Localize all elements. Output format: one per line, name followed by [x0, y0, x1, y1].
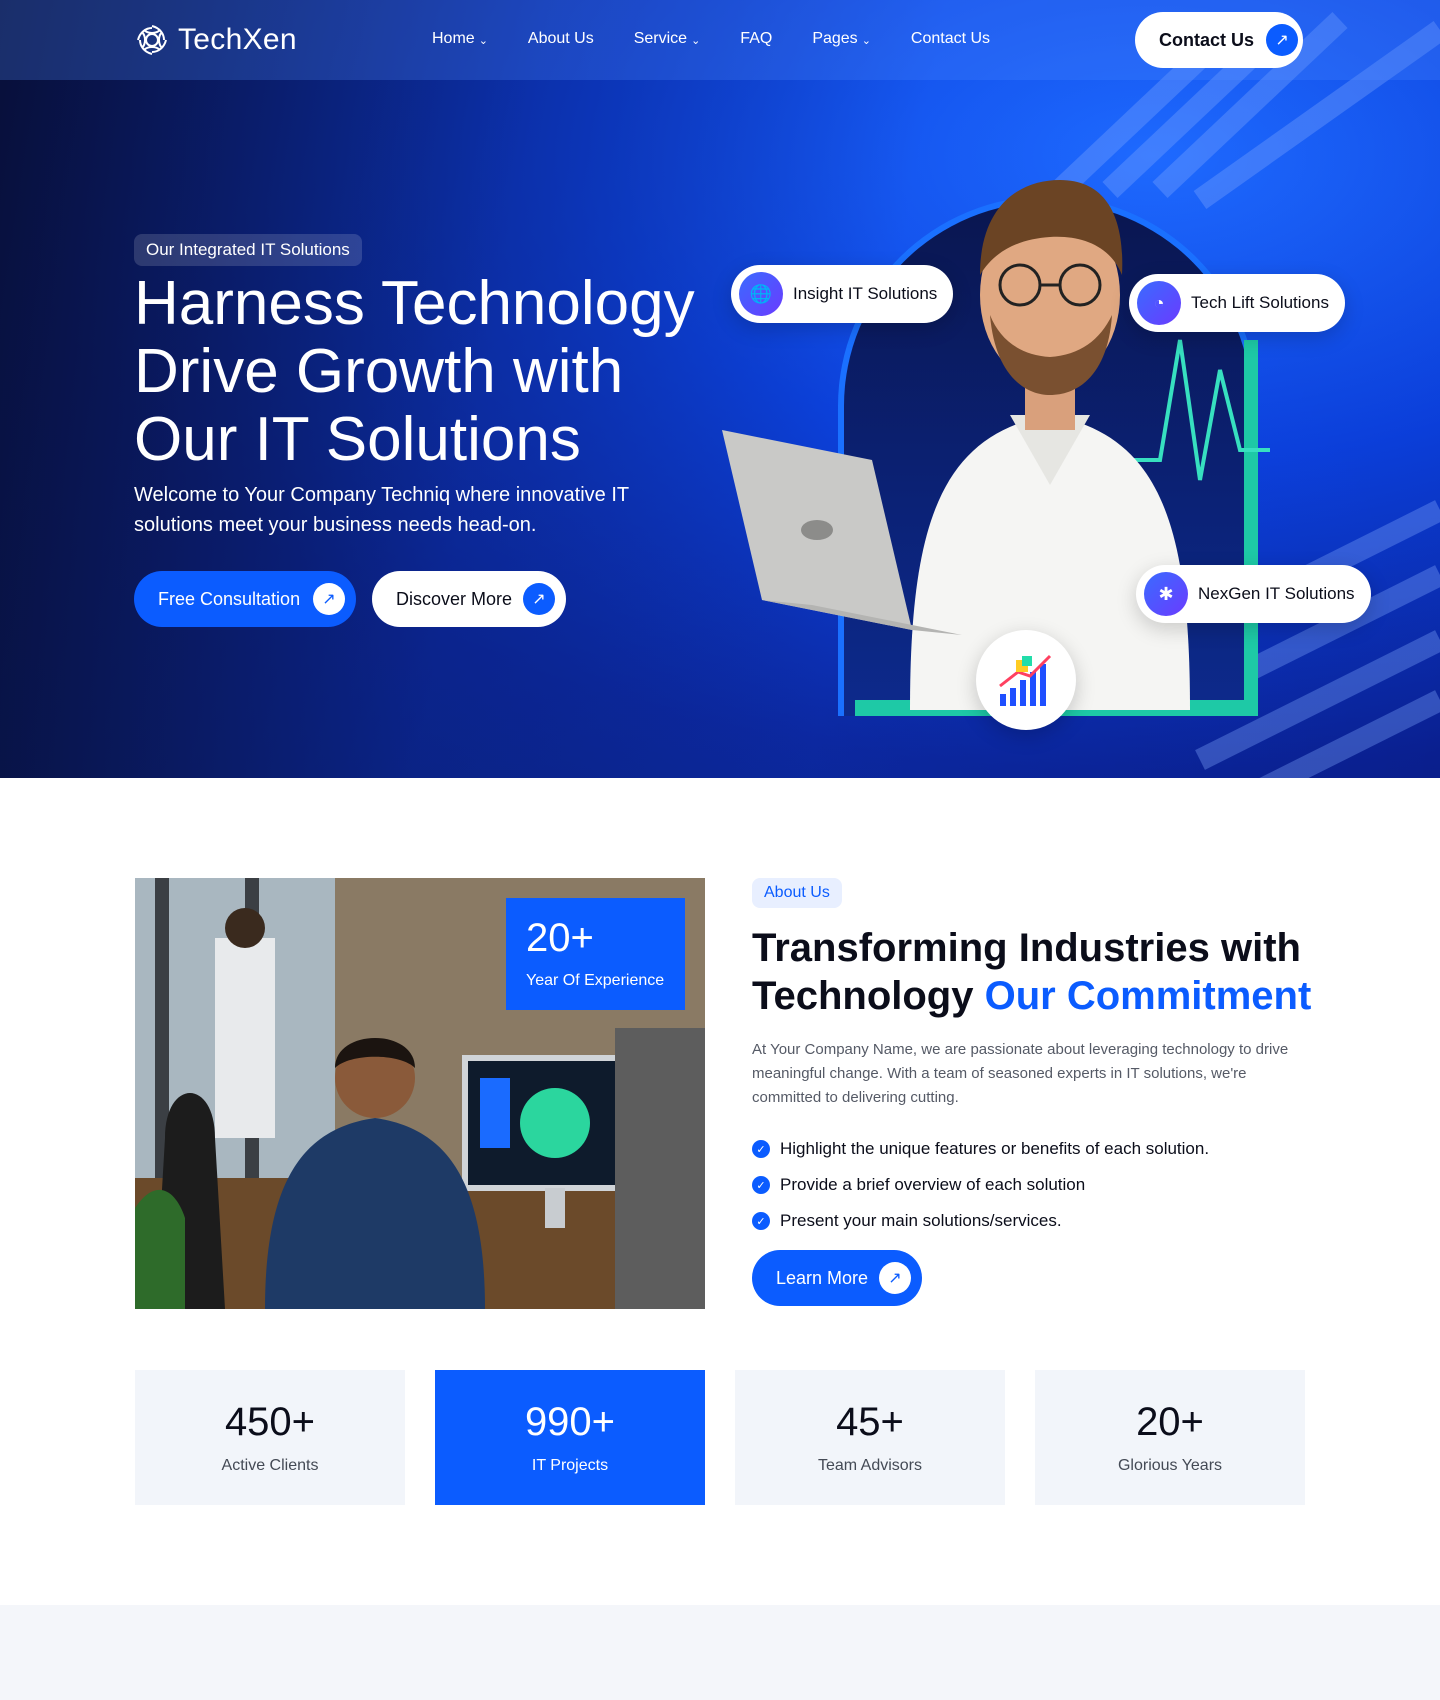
- stat-card-active-clients: 450+ Active Clients: [135, 1370, 405, 1505]
- contact-us-label: Contact Us: [1159, 29, 1255, 50]
- chevron-down-icon: ⌄: [861, 34, 871, 47]
- stat-label: Glorious Years: [1117, 1457, 1223, 1474]
- nav-label: Contact Us: [910, 30, 991, 47]
- experience-label: Year Of Experience: [526, 972, 665, 989]
- next-section-band: [0, 1605, 1440, 1700]
- nav-label: FAQ: [740, 30, 773, 47]
- pill-label: Insight IT Solutions: [793, 284, 938, 303]
- brand-name: TechXen: [178, 23, 297, 56]
- nexgen-it-solutions-pill: ✱ NexGen IT Solutions: [1136, 565, 1371, 623]
- learn-more-button[interactable]: Learn More ↗: [752, 1250, 922, 1306]
- experience-number: 20+: [526, 916, 594, 960]
- growth-chart-badge: [976, 630, 1076, 730]
- list-item: ✓ Highlight the unique features or benef…: [752, 1131, 1209, 1167]
- list-item: ✓ Provide a brief overview of each solut…: [752, 1167, 1209, 1203]
- hero-section: TechXen Home ⌄ About Us Service ⌄ FAQ Pa…: [0, 0, 1440, 778]
- nav-item-pages[interactable]: Pages ⌄: [812, 30, 871, 48]
- about-title-accent: Our Commitment: [984, 974, 1312, 1018]
- gauge-icon: ◔: [1137, 281, 1181, 325]
- list-item: ✓ Present your main solutions/services.: [752, 1203, 1209, 1239]
- main-nav: Home ⌄ About Us Service ⌄ FAQ Pages ⌄ Co…: [432, 30, 990, 48]
- check-circle-icon: ✓: [752, 1176, 770, 1194]
- stat-label: IT Projects: [531, 1457, 609, 1474]
- stat-card-team-advisors: 45+ Team Advisors: [735, 1370, 1005, 1505]
- pill-label: NexGen IT Solutions: [1198, 584, 1355, 603]
- list-item-text: Highlight the unique features or benefit…: [780, 1139, 1210, 1158]
- hero-badge: Our Integrated IT Solutions: [134, 234, 362, 266]
- chevron-down-icon: ⌄: [478, 34, 488, 47]
- arrow-up-right-icon: ↗: [313, 583, 345, 615]
- team-network-icon: ✱: [1144, 572, 1188, 616]
- bar-chart-growth-icon: [999, 654, 1052, 706]
- nav-item-faq[interactable]: FAQ: [740, 30, 772, 48]
- nav-label: Service: [633, 30, 688, 47]
- swirl-logo-icon: [137, 25, 167, 55]
- logo[interactable]: TechXen: [134, 22, 297, 58]
- nav-item-home[interactable]: Home ⌄: [432, 30, 488, 48]
- nav-item-about[interactable]: About Us: [528, 30, 594, 48]
- arrow-up-right-icon: ↗: [879, 1262, 911, 1294]
- stat-label: Team Advisors: [817, 1457, 923, 1474]
- arrow-up-right-icon: ↗: [1266, 24, 1299, 56]
- navbar: TechXen Home ⌄ About Us Service ⌄ FAQ Pa…: [0, 0, 1440, 80]
- nav-item-contact[interactable]: Contact Us: [911, 30, 990, 48]
- stat-number: 450+: [224, 1400, 316, 1444]
- laptop-illustration: [722, 430, 962, 635]
- nav-item-service[interactable]: Service ⌄: [634, 30, 701, 48]
- list-item-text: Provide a brief overview of each solutio…: [780, 1175, 1086, 1194]
- chevron-down-icon: ⌄: [691, 34, 701, 47]
- button-label: Free Consultation: [158, 588, 301, 609]
- stat-label: Active Clients: [221, 1457, 319, 1474]
- hero-subtitle: Welcome to Your Company Techniq where in…: [134, 484, 629, 536]
- tech-lift-solutions-pill: ◔ Tech Lift Solutions: [1129, 274, 1345, 332]
- contact-us-button[interactable]: Contact Us ↗: [1135, 12, 1303, 68]
- nav-label: Home: [432, 30, 475, 47]
- discover-more-button[interactable]: Discover More ↗: [372, 571, 566, 627]
- nav-label: About Us: [527, 30, 594, 47]
- button-label: Learn More: [776, 1267, 869, 1288]
- pill-label: Tech Lift Solutions: [1191, 293, 1329, 312]
- button-label: Discover More: [396, 588, 513, 609]
- stat-number: 45+: [836, 1400, 904, 1444]
- nav-label: Pages: [812, 30, 858, 47]
- about-title: Transforming Industries with Technology …: [752, 924, 1332, 1020]
- globe-icon: 🌐: [739, 272, 783, 316]
- free-consultation-button[interactable]: Free Consultation ↗: [134, 571, 356, 627]
- stat-card-it-projects: 990+ IT Projects: [435, 1370, 705, 1505]
- stat-number: 20+: [1136, 1400, 1204, 1444]
- stat-number: 990+: [524, 1400, 616, 1444]
- stat-card-glorious-years: 20+ Glorious Years: [1035, 1370, 1305, 1505]
- list-item-text: Present your main solutions/services.: [780, 1211, 1062, 1230]
- arrow-up-right-icon: ↗: [523, 583, 555, 615]
- about-badge: About Us: [752, 878, 842, 908]
- check-circle-icon: ✓: [752, 1140, 770, 1158]
- experience-box: 20+ Year Of Experience: [506, 898, 685, 1010]
- about-feature-list: ✓ Highlight the unique features or benef…: [752, 1131, 1209, 1239]
- check-circle-icon: ✓: [752, 1212, 770, 1230]
- about-description: At Your Company Name, we are passionate …: [752, 1041, 1289, 1106]
- insight-it-solutions-pill: 🌐 Insight IT Solutions: [731, 265, 954, 323]
- hero-title: Harness Technology Drive Growth with Our…: [134, 269, 695, 474]
